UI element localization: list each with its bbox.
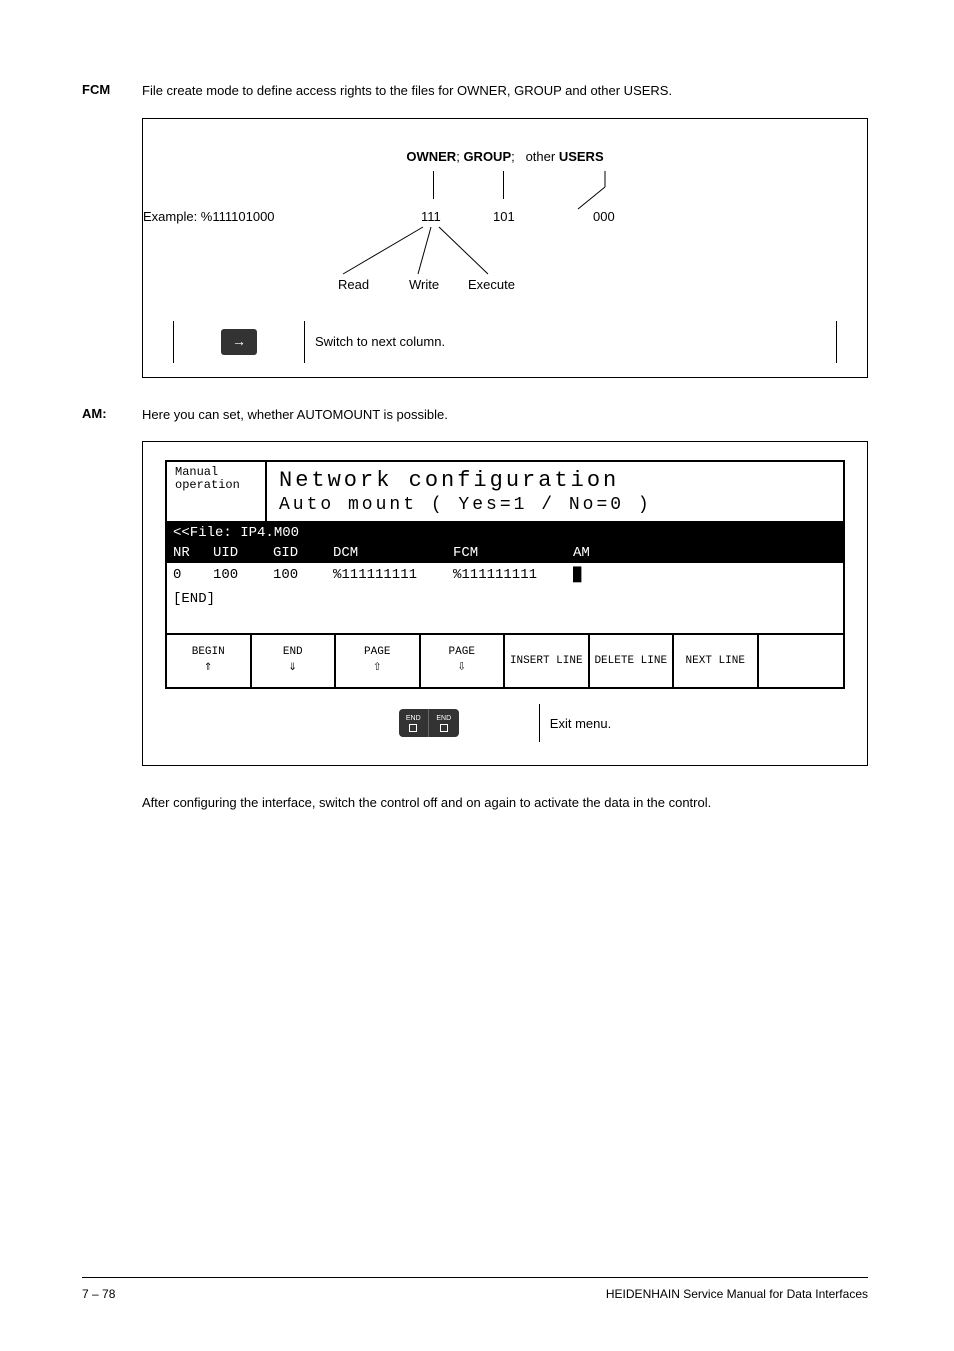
sk-end[interactable]: END ⇓ [252,635,337,687]
am-text: Here you can set, whether AUTOMOUNT is p… [142,406,868,424]
val-000: 000 [593,209,615,224]
val-111: 111 [421,209,441,224]
fcm-paragraph: FCM File create mode to define access ri… [82,82,868,100]
manual-title: HEIDENHAIN Service Manual for Data Inter… [606,1287,868,1301]
switch-note: Switch to next column. [163,321,847,363]
col-fcm: FCM [453,545,573,561]
sk-begin[interactable]: BEGIN ⇑ [167,635,252,687]
am-footer: END END Exit menu. [165,703,845,743]
line-owner [433,171,434,199]
row-fcm: %111111111 [453,567,573,583]
row-nr: 0 [173,567,213,583]
cnc-window: Manual operation Network configuration A… [165,460,845,689]
col-nr: NR [173,545,213,561]
cnc-title: Network configuration [267,462,843,495]
cnc-row: 0 100 100 %111111111 %111111111 █ [167,563,843,587]
fcm-text: File create mode to define access rights… [142,82,868,100]
sk-empty [759,635,844,687]
note-bar-r [836,321,837,363]
sk-insert-line[interactable]: INSERT LINE [505,635,590,687]
hdr-owner: OWNER [406,149,456,164]
col-am: AM [573,545,613,561]
fcm-diagram: OWNER; GROUP; other USERS Example: %1111… [142,118,868,378]
fcm-header: OWNER; GROUP; other USERS [143,149,867,164]
am-screenshot: Manual operation Network configuration A… [142,441,868,766]
row-gid: 100 [273,567,333,583]
page-number: 7 – 78 [82,1287,115,1301]
sk-pageu-label: PAGE [364,646,390,659]
am-paragraph: AM: Here you can set, whether AUTOMOUNT … [82,406,868,424]
arrow-up-bar-icon: ⇑ [204,659,212,676]
sk-delete-line[interactable]: DELETE LINE [590,635,675,687]
row-uid: 100 [213,567,273,583]
sk-end-label: END [283,646,303,659]
row-cursor: █ [573,567,581,583]
sk-page-up[interactable]: PAGE ⇧ [336,635,421,687]
col-dcm: DCM [333,545,453,561]
col-gid: GID [273,545,333,561]
right-arrow-key-icon [221,329,257,355]
cnc-end: [END] [167,587,843,611]
row-dcm: %111111111 [333,567,453,583]
note-bar-m [304,321,305,363]
cnc-cols: NR UID GID DCM FCM AM [167,543,843,563]
sk-next-label: NEXT LINE [686,655,745,668]
label-write: Write [409,277,439,292]
sk-insert-label: INSERT LINE [510,655,583,668]
page-footer: 7 – 78 HEIDENHAIN Service Manual for Dat… [82,1287,868,1301]
note-bar-l [173,321,174,363]
end-key-icon: END END [399,709,459,737]
am-label: AM: [82,406,142,424]
label-exec: Execute [468,277,515,292]
sk-page-down[interactable]: PAGE ⇩ [421,635,506,687]
sk-begin-label: BEGIN [192,646,225,659]
after-text: After configuring the interface, switch … [142,794,868,812]
hdr-other: other [526,149,556,164]
cnc-sub: Auto mount ( Yes=1 / No=0 ) [267,495,843,521]
sk-paged-label: PAGE [449,646,475,659]
line-group [503,171,504,199]
example-text: Example: %111101000 [143,209,275,224]
fcm-label: FCM [82,82,142,100]
endkey-r: END [436,715,451,722]
val-101: 101 [493,209,515,224]
arrow-down-icon: ⇩ [458,659,466,676]
cnc-mode: Manual operation [167,462,267,521]
sk-delete-label: DELETE LINE [594,655,667,668]
col-uid: UID [213,545,273,561]
cnc-spacer [167,611,843,633]
exit-text: Exit menu. [550,716,611,731]
sk-next-line[interactable]: NEXT LINE [674,635,759,687]
softkey-row: BEGIN ⇑ END ⇓ PAGE ⇧ PAGE ⇩ INSERT LINE [167,633,843,687]
arrow-down-bar-icon: ⇓ [289,659,297,676]
hdr-users: USERS [559,149,604,164]
endkey-l: END [406,715,421,722]
arrow-up-icon: ⇧ [373,659,381,676]
switch-text: Switch to next column. [315,334,445,349]
cnc-file: <<File: IP4.M00 [167,523,843,543]
hdr-group: GROUP [463,149,511,164]
label-read: Read [338,277,369,292]
am-note-bar [539,704,540,742]
